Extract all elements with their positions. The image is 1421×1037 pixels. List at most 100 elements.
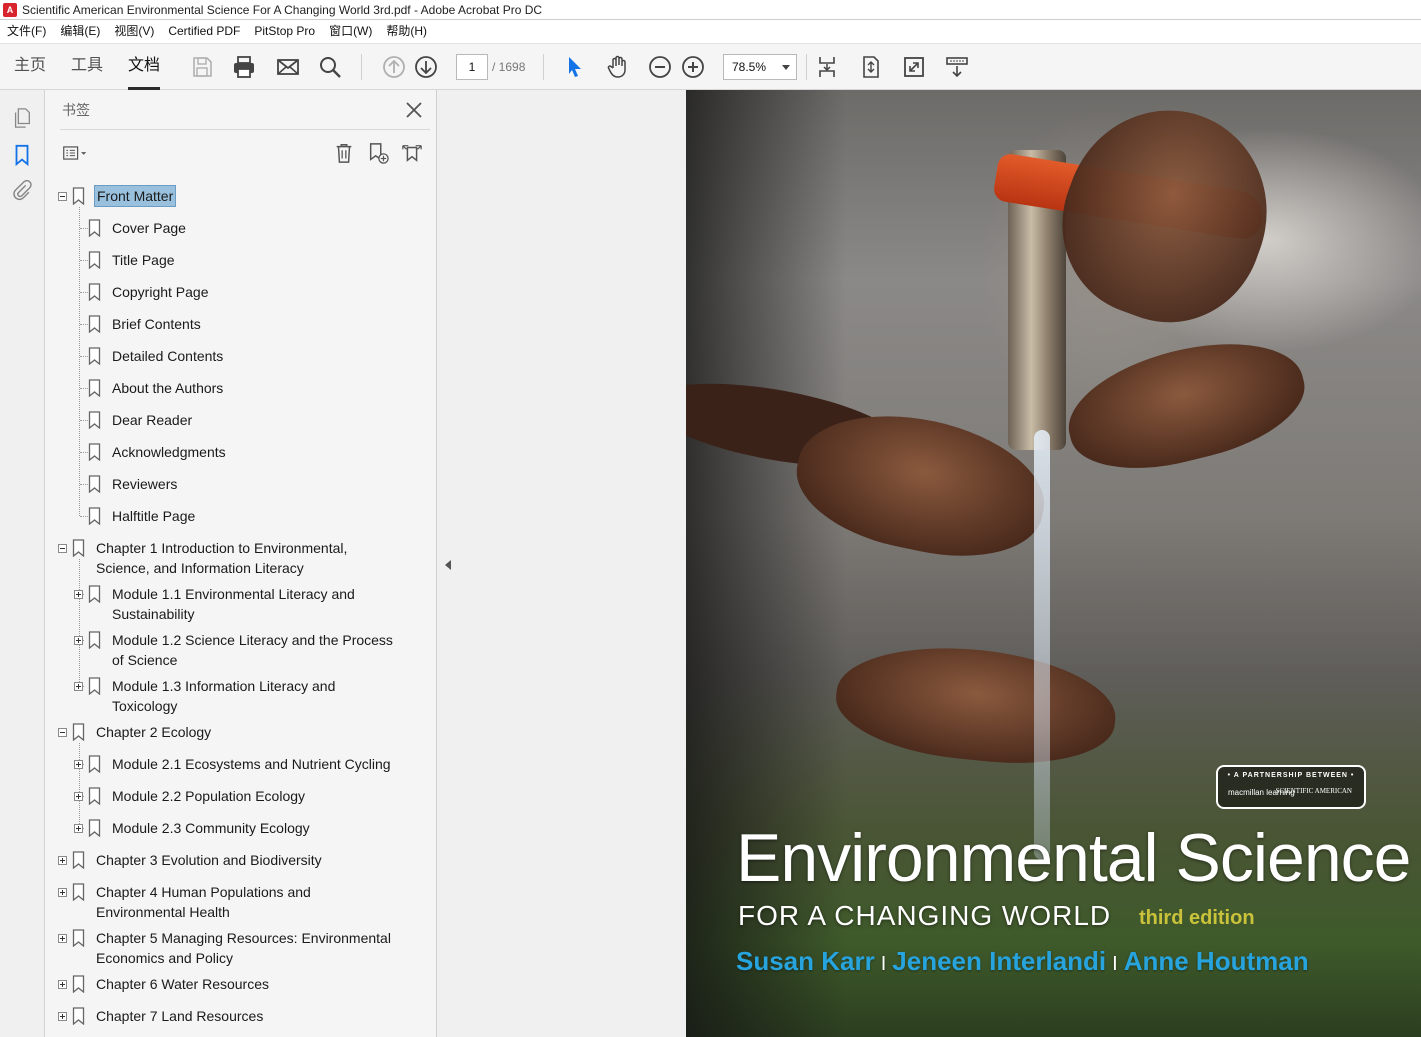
bookmark-item[interactable]: Module 2.1 Ecosystems and Nutrient Cycli… xyxy=(45,753,420,785)
page-number-input[interactable]: 1 xyxy=(456,54,488,80)
bookmark-item[interactable]: Reviewers xyxy=(45,473,420,505)
expand-toggle-icon[interactable] xyxy=(74,792,83,801)
bookmark-label-line2: Toxicology xyxy=(112,698,178,714)
bookmark-item[interactable]: Module 1.3 Information Literacy and Toxic… xyxy=(45,675,420,721)
document-view[interactable]: • A PARTNERSHIP BETWEEN • macmillan lear… xyxy=(436,90,1421,1037)
badge-top-text: • A PARTNERSHIP BETWEEN • xyxy=(1227,772,1355,779)
scroll-mode-icon[interactable] xyxy=(814,54,840,80)
menu-edit[interactable]: 编辑(E) xyxy=(53,21,107,42)
print-icon[interactable] xyxy=(231,54,257,80)
collapse-toggle-icon[interactable] xyxy=(58,544,67,553)
bookmark-ribbon-icon xyxy=(72,929,85,947)
author-name: Jeneen Interlandi xyxy=(892,946,1107,976)
bookmark-ribbon-icon xyxy=(72,975,85,993)
expand-toggle-icon[interactable] xyxy=(58,934,67,943)
zoom-out-icon[interactable] xyxy=(647,54,673,80)
expand-toggle-icon[interactable] xyxy=(74,824,83,833)
bookmark-item[interactable]: About the Authors xyxy=(45,377,420,409)
expand-toggle-icon[interactable] xyxy=(58,888,67,897)
expand-toggle-icon[interactable] xyxy=(74,590,83,599)
tab-home[interactable]: 主页 xyxy=(14,44,46,90)
read-mode-icon[interactable] xyxy=(944,54,970,80)
expand-toggle-icon[interactable] xyxy=(58,980,67,989)
collapse-toggle-icon[interactable] xyxy=(58,192,67,201)
bookmark-item[interactable]: Copyright Page xyxy=(45,281,420,313)
previous-page-icon[interactable] xyxy=(381,54,407,80)
bookmark-item[interactable]: Detailed Contents xyxy=(45,345,420,377)
bookmarks-tree: Front Matter Cover Page Title Page Copyrigh… xyxy=(45,185,420,1037)
cover-title: Environmental Science xyxy=(736,820,1411,896)
bookmark-item-chapter[interactable]: Front Matter xyxy=(45,185,420,217)
bookmark-item[interactable]: Halftitle Page xyxy=(45,505,420,537)
bookmark-ribbon-icon xyxy=(88,755,101,773)
bookmark-item[interactable]: Brief Contents xyxy=(45,313,420,345)
email-icon[interactable] xyxy=(275,54,301,80)
tab-document[interactable]: 文档 xyxy=(128,44,161,90)
save-icon[interactable] xyxy=(189,54,215,80)
expand-toggle-icon[interactable] xyxy=(74,636,83,645)
bookmark-item-chapter[interactable]: Chapter 4 Human Populations and Environme… xyxy=(45,881,420,927)
collapse-toggle-icon[interactable] xyxy=(58,728,67,737)
expand-toggle-icon[interactable] xyxy=(74,760,83,769)
expand-toggle-icon[interactable] xyxy=(74,682,83,691)
bookmark-item[interactable]: Dear Reader xyxy=(45,409,420,441)
acrobat-logo-icon: A xyxy=(3,2,17,17)
menu-window[interactable]: 窗口(W) xyxy=(322,21,379,42)
bookmark-label: Brief Contents xyxy=(112,316,201,332)
bookmark-label-line2: Environmental Health xyxy=(96,904,230,920)
full-screen-icon[interactable] xyxy=(901,54,927,80)
window-title: Scientific American Environmental Scienc… xyxy=(22,2,543,17)
menu-pitstop-pro[interactable]: PitStop Pro xyxy=(247,21,322,42)
hand-tool-icon[interactable] xyxy=(605,54,631,80)
bookmark-item[interactable]: Module 2.3 Community Ecology xyxy=(45,817,420,849)
bookmark-options-icon[interactable] xyxy=(62,140,88,166)
zoom-level-select[interactable]: 78.5% xyxy=(723,54,797,80)
navigation-rail xyxy=(0,90,45,1037)
delete-bookmark-icon[interactable] xyxy=(331,140,357,166)
bookmark-label: Cover Page xyxy=(112,220,186,236)
bookmark-item-chapter[interactable]: Chapter 5 Managing Resources: Environmen… xyxy=(45,927,420,973)
new-bookmark-icon[interactable] xyxy=(365,140,391,166)
bookmark-item-chapter[interactable]: Chapter 6 Water Resources xyxy=(45,973,420,1005)
bookmark-item[interactable]: Module 2.2 Population Ecology xyxy=(45,785,420,817)
expand-bookmark-icon[interactable] xyxy=(399,140,425,166)
bookmark-item[interactable]: Cover Page xyxy=(45,217,420,249)
bookmark-ribbon-icon xyxy=(88,585,101,603)
page-thumbnails-icon[interactable] xyxy=(10,106,34,130)
collapse-panel-icon[interactable] xyxy=(445,560,451,570)
bookmark-item[interactable]: Module 1.1 Environmental Literacy and Sus… xyxy=(45,583,420,629)
menu-file[interactable]: 文件(F) xyxy=(0,21,53,42)
bookmark-item-chapter[interactable]: Chapter 7 Land Resources xyxy=(45,1005,420,1037)
search-icon[interactable] xyxy=(317,54,343,80)
tab-tools[interactable]: 工具 xyxy=(71,44,103,90)
cover-authors: Susan Karr I Jeneen Interlandi I Anne Houtma… xyxy=(736,945,1309,980)
bookmark-item[interactable]: Title Page xyxy=(45,249,420,281)
bookmark-ribbon-icon xyxy=(72,539,85,557)
next-page-icon[interactable] xyxy=(413,54,439,80)
bookmark-item[interactable]: Module 1.2 Science Literacy and the Proc… xyxy=(45,629,420,675)
bookmark-item-chapter[interactable]: Chapter 3 Evolution and Biodiversity xyxy=(45,849,420,881)
fit-page-icon[interactable] xyxy=(858,54,884,80)
badge-scientific-american: SCIENTIFIC AMERICAN xyxy=(1275,787,1352,795)
cover-edition: third edition xyxy=(1139,907,1255,929)
bookmark-ribbon-icon xyxy=(88,787,101,805)
bookmark-ribbon-icon xyxy=(88,347,101,365)
bookmark-label: Chapter 7 Land Resources xyxy=(96,1008,264,1024)
bookmark-icon[interactable] xyxy=(10,143,34,167)
menu-certified-pdf[interactable]: Certified PDF xyxy=(161,21,247,42)
menu-help[interactable]: 帮助(H) xyxy=(379,21,434,42)
menu-view[interactable]: 视图(V) xyxy=(107,21,161,42)
bookmark-item-chapter[interactable]: Chapter 1 Introduction to Environmental,… xyxy=(45,537,420,583)
select-cursor-icon[interactable] xyxy=(562,54,588,80)
close-icon[interactable] xyxy=(404,100,424,120)
bookmark-item[interactable]: Acknowledgments xyxy=(45,441,420,473)
expand-toggle-icon[interactable] xyxy=(58,856,67,865)
toolbar-divider xyxy=(361,54,362,80)
zoom-in-icon[interactable] xyxy=(680,54,706,80)
bookmark-label: Chapter 2 Ecology xyxy=(96,724,212,740)
bookmark-label: Module 2.3 Community Ecology xyxy=(112,820,310,836)
bookmark-label: Chapter 1 Introduction to Environmental, xyxy=(96,540,348,556)
attachment-icon[interactable] xyxy=(10,178,34,202)
expand-toggle-icon[interactable] xyxy=(58,1012,67,1021)
bookmark-item-chapter[interactable]: Chapter 2 Ecology xyxy=(45,721,420,753)
